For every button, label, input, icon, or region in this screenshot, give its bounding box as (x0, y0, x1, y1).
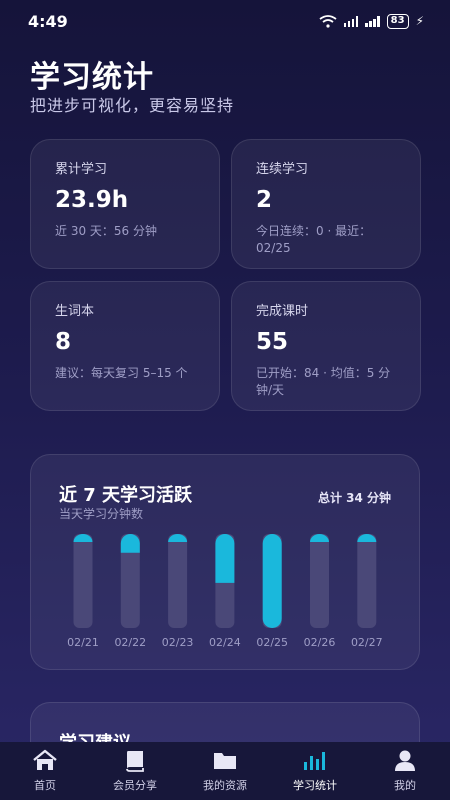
stat-card-total-study[interactable]: 累计学习 23.9h 近 30 天：56 分钟 (30, 139, 220, 269)
nav-my-resources[interactable]: 我的资源 (187, 748, 263, 793)
stat-card-vocabulary[interactable]: 生词本 8 建议：每天复习 5–15 个 (30, 281, 220, 411)
bar-02/22 (120, 534, 140, 553)
activity-bar-chart: 02/21 02/22 02/23 02/24 02/25 02/26 02/27 (67, 534, 383, 649)
folder-icon (214, 753, 236, 769)
page-title: 学习统计 (30, 60, 154, 95)
activity-chart-card: 近 7 天学习活跃 当天学习分钟数 总计 34 分钟 02/21 02/22 02/… (30, 454, 420, 670)
x-tick-label: 02/23 (162, 636, 194, 649)
stat-note: 建议：每天复习 5–15 个 (55, 366, 188, 380)
stat-card-streak[interactable]: 连续学习 2 今日连续：0 · 最近：02/25 (231, 139, 421, 269)
nav-label: 学习统计 (293, 779, 337, 792)
book-icon (126, 751, 144, 772)
stat-value: 8 (55, 329, 72, 355)
battery-indicator: 83 (386, 13, 409, 29)
x-tick-label: 02/25 (256, 636, 288, 649)
stat-value: 23.9h (55, 187, 129, 213)
page-subtitle: 把进步可视化，更容易坚持 (30, 96, 235, 115)
nav-member-share[interactable]: 会员分享 (97, 748, 173, 793)
nav-label: 我的 (394, 779, 416, 792)
x-tick-label: 02/26 (304, 636, 336, 649)
stat-note: 今日连续：0 · 最近：02/25 (256, 224, 372, 255)
nav-study-stats[interactable]: 学习统计 (277, 748, 353, 793)
status-bar: 4:49 83 ⚡ (0, 0, 450, 42)
x-tick-label: 02/24 (209, 636, 241, 649)
bar-track (357, 534, 377, 628)
bar-chart-icon (304, 752, 325, 770)
nav-label: 我的资源 (203, 779, 247, 792)
stat-note: 近 30 天：56 分钟 (55, 224, 157, 238)
charging-icon: ⚡ (415, 14, 424, 28)
user-icon (395, 750, 415, 771)
status-time: 4:49 (28, 11, 68, 31)
x-tick-label: 02/27 (351, 636, 383, 649)
stat-note: 已开始：84 · 均值：5 分钟/天 (256, 366, 391, 397)
x-tick-label: 02/21 (67, 636, 99, 649)
home-icon (33, 749, 57, 770)
bar-02/25 (262, 534, 282, 628)
bar-02/24 (215, 534, 235, 583)
signal-icon (343, 15, 359, 27)
status-icons: 83 ⚡ (319, 13, 424, 29)
nav-home[interactable]: 首页 (7, 748, 83, 793)
bar-track (73, 534, 93, 628)
stat-value: 2 (256, 187, 273, 213)
nav-profile[interactable]: 我的 (367, 748, 443, 793)
bottom-nav: 首页 会员分享 我的资源 学习统计 我的 (0, 742, 450, 800)
stat-label: 完成课时 (256, 304, 309, 319)
wifi-icon (319, 14, 337, 28)
nav-label: 会员分享 (113, 779, 157, 792)
signal-icon-2 (365, 15, 380, 27)
stat-card-lessons[interactable]: 完成课时 55 已开始：84 · 均值：5 分钟/天 (231, 281, 421, 411)
stat-value: 55 (256, 329, 289, 355)
x-tick-label: 02/22 (114, 636, 146, 649)
stat-label: 连续学习 (256, 162, 309, 177)
stat-label: 累计学习 (55, 162, 108, 177)
nav-label: 首页 (34, 779, 56, 792)
bar-track (310, 534, 329, 628)
stat-label: 生词本 (55, 304, 95, 319)
bar-track (168, 534, 188, 628)
